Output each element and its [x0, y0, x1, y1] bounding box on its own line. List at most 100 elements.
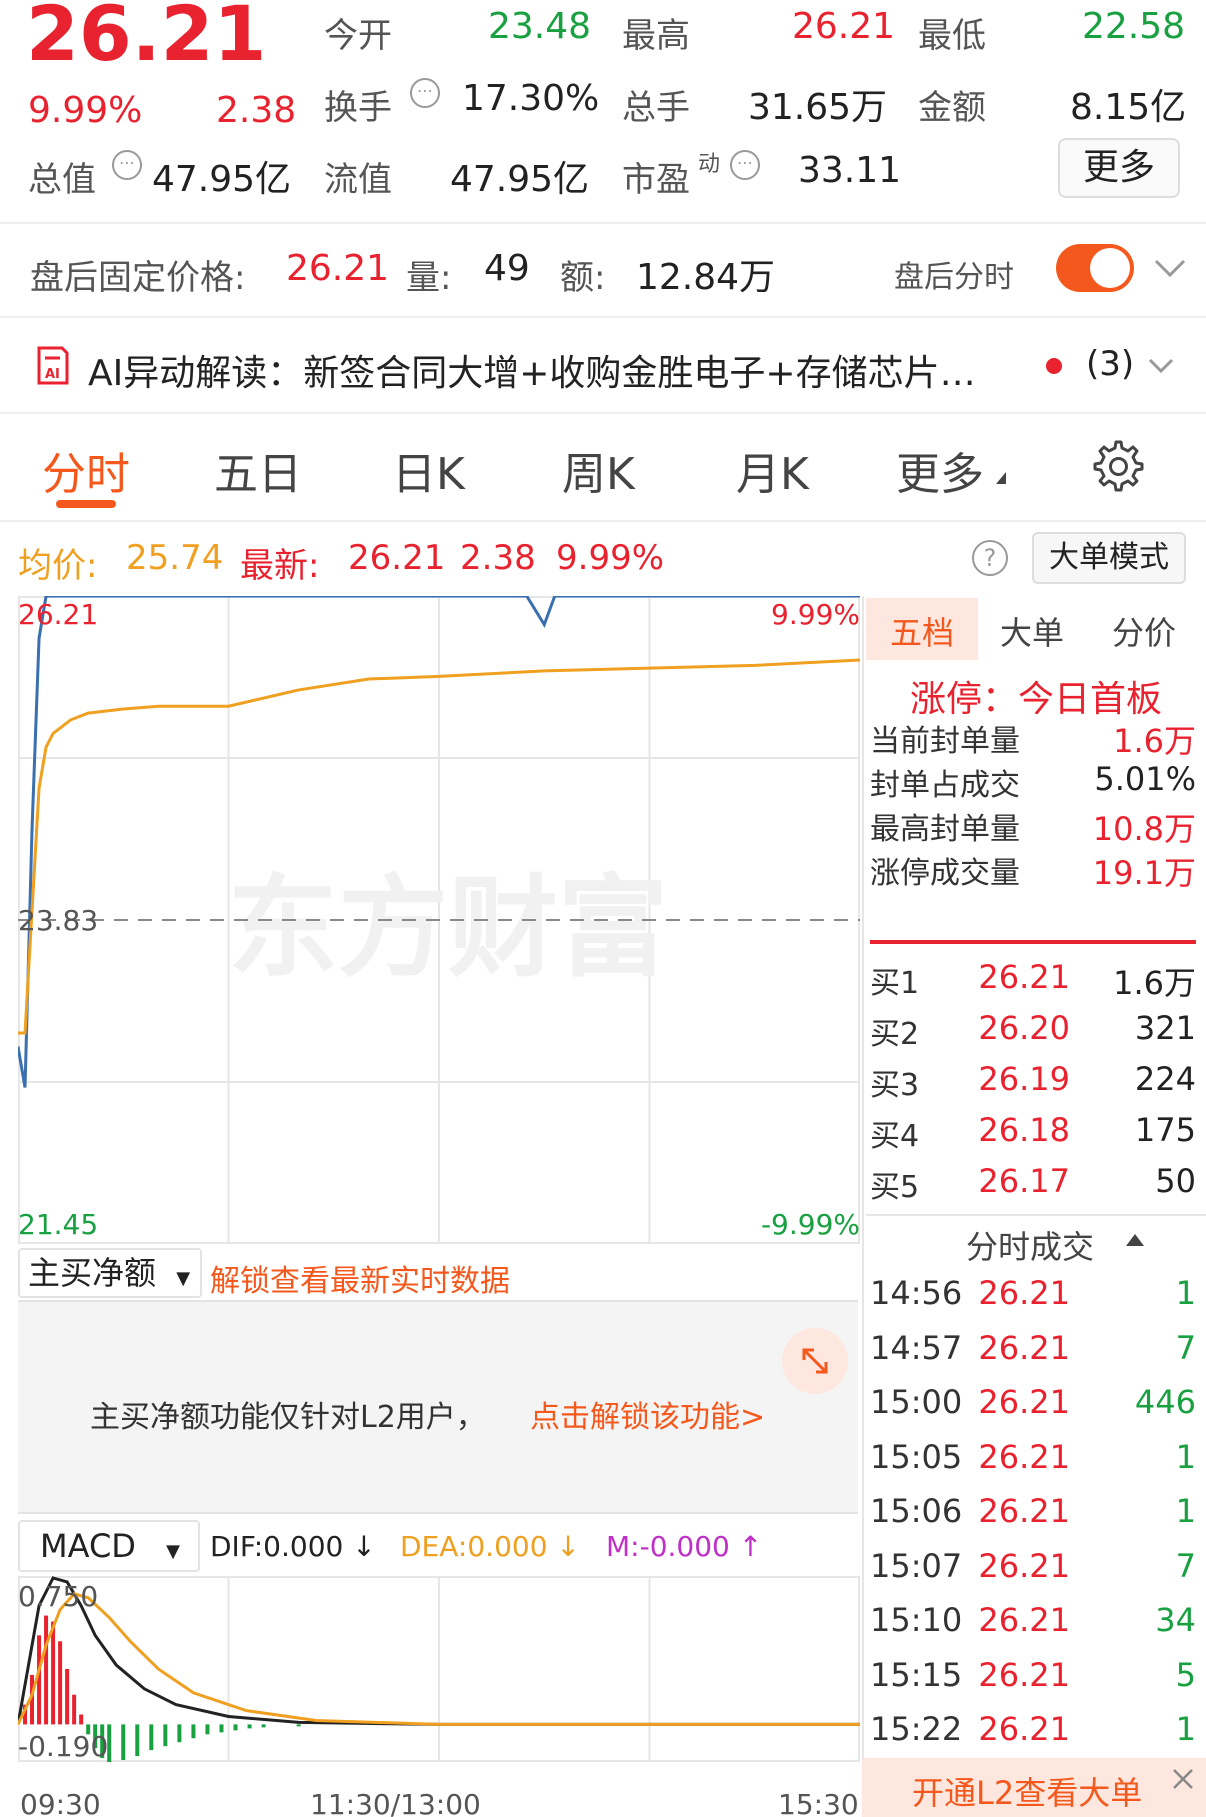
macd-bar — [58, 1641, 63, 1725]
macd-bar — [247, 1724, 252, 1729]
macd-bar — [65, 1669, 70, 1725]
price-axis-mid: 23.83 — [18, 904, 98, 937]
more-button[interactable]: 更多 — [1058, 138, 1180, 198]
divider — [866, 1214, 1206, 1216]
new-dot — [1046, 358, 1062, 374]
unlock-tip[interactable]: 解锁查看最新实时数据 — [210, 1256, 510, 1300]
bid-volume: 1.6万 — [1113, 964, 1196, 1002]
bid-volume: 50 — [1155, 1162, 1196, 1200]
bid-price[interactable]: 26.19 — [960, 1060, 1070, 1098]
bid-price[interactable]: 26.20 — [960, 1009, 1070, 1047]
limit-stat-label: 涨停成交量 — [870, 856, 1020, 891]
tick-time: 15:00 — [870, 1383, 963, 1421]
tick-volume: 7 — [1175, 1328, 1196, 1367]
help-icon[interactable]: ? — [972, 540, 1008, 576]
bid-price[interactable]: 26.18 — [960, 1111, 1070, 1149]
divider — [0, 222, 1206, 224]
time-axis-end: 15:30 — [778, 1788, 859, 1817]
close-icon[interactable] — [1170, 1766, 1196, 1792]
macd-bar — [219, 1724, 224, 1733]
chevron-down-icon[interactable] — [1148, 358, 1174, 374]
l2-banner[interactable]: 开通L2查看大单 — [862, 1758, 1206, 1817]
macd-bar — [296, 1724, 301, 1727]
after-hours-volume-label: 量: — [406, 258, 452, 298]
after-hours-amount-label: 额: — [560, 258, 606, 298]
limit-stat-value: 19.1万 — [1092, 854, 1196, 892]
ai-analysis-text[interactable]: AI异动解读：新签合同大增+收购金胜电子+存储芯片… — [88, 344, 1032, 396]
macd-bar — [205, 1724, 210, 1735]
macd-select-label: MACD — [40, 1527, 136, 1565]
tick-price: 26.21 — [978, 1437, 1070, 1476]
info-icon[interactable]: ⋯ — [730, 150, 760, 180]
tick-time: 15:15 — [870, 1655, 963, 1694]
collapse-arrow-icon[interactable] — [1126, 1234, 1144, 1246]
macd-select[interactable]: MACD ▼ — [18, 1520, 200, 1572]
pe-value: 33.11 — [798, 150, 902, 191]
tick-price: 26.21 — [978, 1710, 1070, 1748]
unlock-link[interactable]: 点击解锁该功能> — [530, 1392, 765, 1436]
tab-monthly-k[interactable]: 月K — [736, 438, 809, 502]
dropdown-arrow-icon: ▼ — [166, 1541, 180, 1562]
change-value: 2.38 — [216, 90, 297, 131]
macd-bar — [261, 1724, 266, 1728]
pe-superscript: 动 — [698, 152, 721, 177]
macd-bar — [44, 1615, 49, 1725]
volume-label: 总手 — [622, 88, 690, 128]
l2-banner-text: 开通L2查看大单 — [912, 1774, 1143, 1812]
tick-time: 15:22 — [870, 1710, 963, 1748]
limit-stat-label: 当前封单量 — [870, 724, 1020, 759]
side-tab-big-orders[interactable]: 大单 — [1000, 608, 1064, 654]
side-divider — [862, 596, 864, 1817]
time-axis-start: 09:30 — [20, 1788, 101, 1817]
volume-value: 31.65万 — [748, 87, 888, 128]
macd-bar — [72, 1694, 77, 1725]
bid-price[interactable]: 26.21 — [960, 958, 1070, 996]
latest-change: 2.38 — [460, 538, 536, 578]
bid-label: 买3 — [870, 1068, 920, 1103]
limit-stat-value: 10.8万 — [1092, 810, 1196, 848]
low-label: 最低 — [918, 16, 986, 56]
info-icon[interactable]: ⋯ — [410, 78, 440, 108]
tick-volume: 1 — [1175, 1274, 1196, 1312]
big-order-mode-button[interactable]: 大单模式 — [1032, 532, 1186, 584]
expand-icon[interactable] — [782, 1328, 848, 1394]
info-icon[interactable]: ⋯ — [112, 150, 142, 180]
macd-chart[interactable]: 0.750 -0.190 — [18, 1576, 860, 1762]
avg-label: 均价: — [18, 546, 98, 586]
tick-volume: 7 — [1175, 1546, 1196, 1585]
watermark: 东方财富 — [228, 864, 668, 992]
intraday-chart[interactable]: 东方财富 26.21 9.99% 23.83 21.45 -9.99% — [18, 596, 860, 1244]
ticks-title[interactable]: 分时成交 — [966, 1222, 1094, 1268]
side-tab-order-book[interactable]: 五档 — [890, 608, 954, 654]
float-cap-value: 47.95亿 — [450, 159, 590, 200]
price-axis-bottom: 21.45 — [18, 1208, 98, 1241]
after-hours-price: 26.21 — [286, 248, 390, 289]
tick-time: 15:05 — [870, 1437, 963, 1476]
tick-price: 26.21 — [978, 1274, 1070, 1312]
netbuy-select[interactable]: 主买净额 ▼ — [18, 1248, 202, 1298]
chevron-down-icon[interactable] — [1154, 258, 1186, 278]
macd-bar — [191, 1724, 196, 1739]
settings-gear-icon[interactable] — [1092, 440, 1144, 492]
macd-bar — [51, 1621, 56, 1725]
macd-bar — [177, 1724, 182, 1743]
bid-volume: 175 — [1134, 1111, 1196, 1149]
tab-weekly-k[interactable]: 周K — [562, 438, 635, 502]
tab-daily-k[interactable]: 日K — [392, 438, 465, 502]
tab-intraday[interactable]: 分时 — [42, 438, 130, 502]
tab-five-day[interactable]: 五日 — [214, 438, 302, 502]
macd-bar — [163, 1724, 168, 1747]
bid-label: 买2 — [870, 1017, 920, 1052]
bid-label: 买4 — [870, 1119, 920, 1154]
after-hours-toggle[interactable] — [1056, 244, 1134, 292]
total-cap-label: 总值 — [28, 160, 96, 200]
tick-volume: 5 — [1175, 1655, 1196, 1694]
side-tab-price-dist[interactable]: 分价 — [1112, 608, 1176, 654]
macd-dif: DIF:0.000 ↓ — [210, 1530, 376, 1563]
time-axis-mid: 11:30/13:00 — [310, 1788, 481, 1817]
tab-more[interactable]: 更多 — [896, 438, 984, 502]
macd-bar — [121, 1724, 126, 1761]
bid-price[interactable]: 26.17 — [960, 1162, 1070, 1200]
tick-time: 15:10 — [870, 1601, 963, 1639]
low-value: 22.58 — [1082, 6, 1186, 47]
